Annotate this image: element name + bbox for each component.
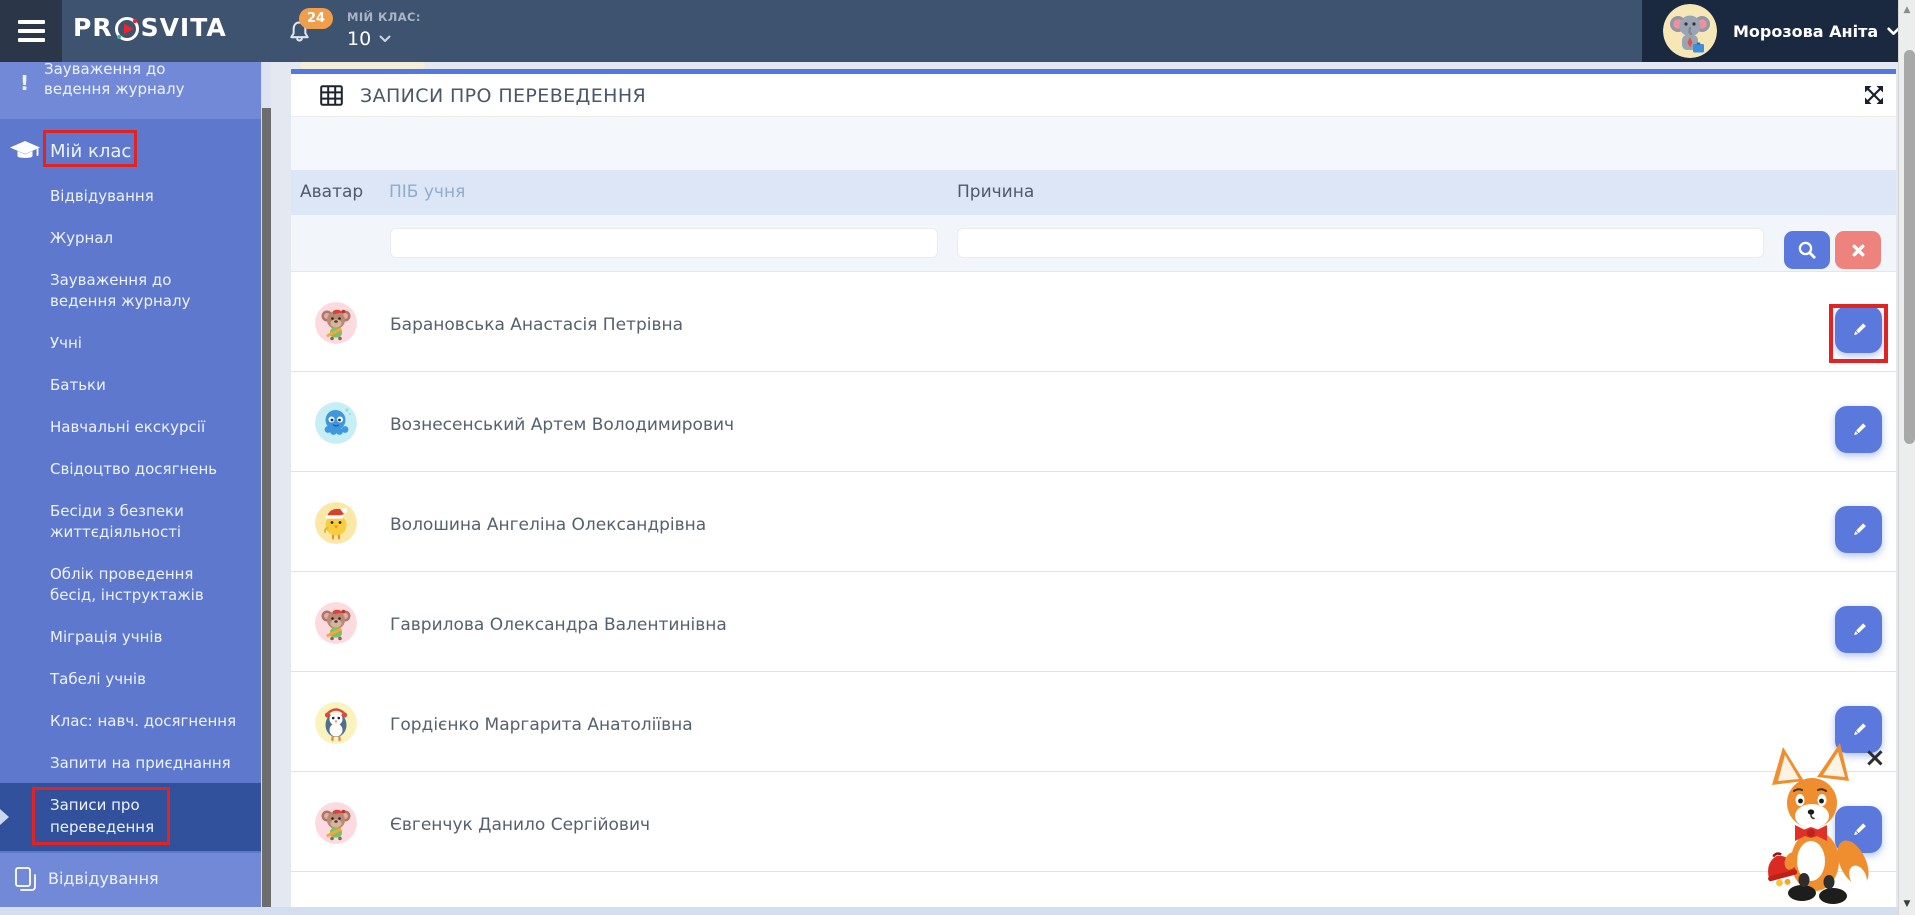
hamburger-icon: [17, 20, 45, 24]
page-title: ЗАПИСИ ПРО ПЕРЕВЕДЕННЯ: [360, 85, 647, 107]
user-avatar: [1663, 4, 1717, 58]
table-grid-icon: [320, 85, 343, 110]
scroll-up-arrow-icon[interactable]: ▲: [1899, 5, 1915, 15]
sidebar-item-label: Зауваження до ведення журналу: [44, 60, 185, 98]
student-name: Волошина Ангеліна Олександрівна: [390, 515, 707, 535]
close-mascot-icon[interactable]: ×: [1864, 745, 1886, 771]
table-row: Вознесенський Артем Володимирович: [291, 372, 1896, 472]
pencil-icon: [1853, 422, 1866, 435]
top-bar: PR SVITA 24 МІЙ КЛАС: 10 Морозова Аніта: [0, 0, 1915, 62]
fullscreen-toggle-button[interactable]: [1862, 83, 1886, 110]
card-title-bar: ЗАПИСИ ПРО ПЕРЕВЕДЕННЯ: [291, 74, 1896, 117]
sidebar-item-transfer-records-selected[interactable]: Записи про переведення: [0, 783, 261, 851]
student-name: Гаврилова Олександра Валентинівна: [390, 615, 727, 635]
active-item-arrow-icon: [0, 809, 9, 825]
sidebar-item[interactable]: Навчальні екскурсії: [50, 417, 255, 438]
play-circle-icon: [114, 16, 139, 41]
student-rows: Барановська Анастасія Петрівна Вознесенс…: [291, 272, 1896, 872]
student-avatar: [315, 702, 357, 744]
edit-record-button[interactable]: [1835, 606, 1882, 653]
student-avatar: [315, 302, 357, 344]
search-button[interactable]: [1784, 231, 1830, 269]
student-avatar: [315, 402, 357, 444]
student-avatar: [315, 802, 357, 844]
edit-record-button[interactable]: [1835, 406, 1882, 453]
sidebar-item[interactable]: Зауваження до ведення журналу: [50, 270, 255, 312]
table-filter-row: [291, 215, 1896, 272]
user-menu[interactable]: Морозова Аніта: [1642, 0, 1900, 62]
sidebar-section-label: Мій клас: [50, 141, 132, 162]
scroll-down-arrow-icon[interactable]: ▼: [1899, 899, 1915, 909]
pencil-icon: [1853, 522, 1866, 535]
sidebar-item[interactable]: Свідоцтво досягнень: [50, 459, 255, 480]
sidebar-item-label: Відвідування: [48, 869, 159, 888]
sidebar-scrollbar: [262, 62, 271, 907]
page-scrollbar: ▲ ▼: [1898, 0, 1915, 915]
student-avatar: [315, 502, 357, 544]
sidebar-item-remarks-top[interactable]: ! Зауваження до ведення журналу: [0, 60, 261, 119]
card-spacer: [291, 117, 1896, 170]
student-name: Гордієнко Маргарита Анатоліївна: [390, 715, 693, 735]
magnifier-icon: [1798, 241, 1816, 259]
sidebar-item-attendance-bottom[interactable]: Відвідування: [0, 853, 261, 907]
student-name: Вознесенський Артем Володимирович: [390, 415, 735, 435]
sidebar-scrollbar-thumb[interactable]: [262, 108, 271, 907]
sidebar-item[interactable]: Батьки: [50, 375, 255, 396]
column-header-student-name[interactable]: ПІБ учня: [389, 182, 465, 202]
hamburger-menu-button[interactable]: [0, 0, 62, 62]
student-avatar: [315, 602, 357, 644]
notifications-count-badge: 24: [299, 8, 333, 29]
sidebar-menu: Відвідування Журнал Зауваження до веденн…: [50, 186, 255, 774]
table-row: Гордієнко Маргарита Анатоліївна: [291, 672, 1896, 772]
x-icon: [1852, 244, 1864, 256]
pencil-icon: [1853, 722, 1866, 735]
table-row: Волошина Ангеліна Олександрівна: [291, 472, 1896, 572]
chevron-down-icon: [379, 35, 391, 42]
graduation-cap-icon: [9, 140, 41, 166]
app-root: PR SVITA 24 МІЙ КЛАС: 10 Морозова Аніта …: [0, 0, 1915, 915]
pages-icon: [13, 866, 39, 898]
edit-record-button[interactable]: [1835, 306, 1882, 353]
table-row: Євгенчук Данило Сергійович: [291, 772, 1896, 872]
table-header-row: Аватар ПІБ учня Причина: [291, 170, 1896, 215]
table-row: Гаврилова Олександра Валентинівна: [291, 572, 1896, 672]
reason-filter-input[interactable]: [957, 228, 1764, 258]
background-decoration: [300, 62, 425, 69]
page-scrollbar-thumb[interactable]: [1904, 50, 1915, 444]
logo-text-right: SVITA: [140, 13, 227, 42]
logo-text-left: PR: [73, 13, 113, 42]
table-row: Барановська Анастасія Петрівна: [291, 272, 1896, 372]
sidebar-item[interactable]: Облік проведення бесід, інструктажів: [50, 564, 255, 606]
sidebar-item[interactable]: Бесіди з безпеки життєдіяльності: [50, 501, 255, 543]
class-selector[interactable]: МІЙ КЛАС: 10: [347, 10, 421, 50]
column-header-avatar: Аватар: [300, 182, 364, 202]
sidebar-item[interactable]: Клас: навч. досягнення: [50, 711, 255, 732]
student-name-filter-input[interactable]: [390, 228, 938, 258]
sidebar-item-label: Записи про переведення: [50, 796, 155, 836]
sidebar-item[interactable]: Табелі учнів: [50, 669, 255, 690]
pencil-icon: [1853, 622, 1866, 635]
expand-arrows-icon: [1865, 86, 1883, 104]
sidebar-item[interactable]: Учні: [50, 333, 255, 354]
class-selector-value: 10: [347, 28, 372, 50]
student-name: Євгенчук Данило Сергійович: [390, 815, 651, 835]
sidebar-item[interactable]: Міграція учнів: [50, 627, 255, 648]
user-name: Морозова Аніта: [1733, 21, 1879, 41]
edit-record-button[interactable]: [1835, 506, 1882, 553]
fox-mascot: [1757, 741, 1870, 910]
column-header-reason: Причина: [957, 182, 1035, 202]
pencil-icon: [1853, 322, 1866, 335]
sidebar: ! Зауваження до ведення журналу Мій клас…: [0, 60, 261, 907]
table-row-partial: [291, 872, 1896, 906]
exclamation-icon: !: [20, 71, 30, 95]
app-logo[interactable]: PR SVITA: [73, 13, 227, 42]
sidebar-item[interactable]: Журнал: [50, 228, 255, 249]
sidebar-item[interactable]: Відвідування: [50, 186, 255, 207]
sidebar-item[interactable]: Запити на приєднання: [50, 753, 255, 774]
sidebar-section-my-class[interactable]: Мій клас: [0, 119, 261, 181]
class-selector-label: МІЙ КЛАС:: [347, 10, 421, 24]
clear-filters-button[interactable]: [1835, 231, 1881, 269]
transfer-records-card: ЗАПИСИ ПРО ПЕРЕВЕДЕННЯ Аватар ПІБ учня П…: [291, 69, 1896, 907]
student-name: Барановська Анастасія Петрівна: [390, 315, 684, 335]
